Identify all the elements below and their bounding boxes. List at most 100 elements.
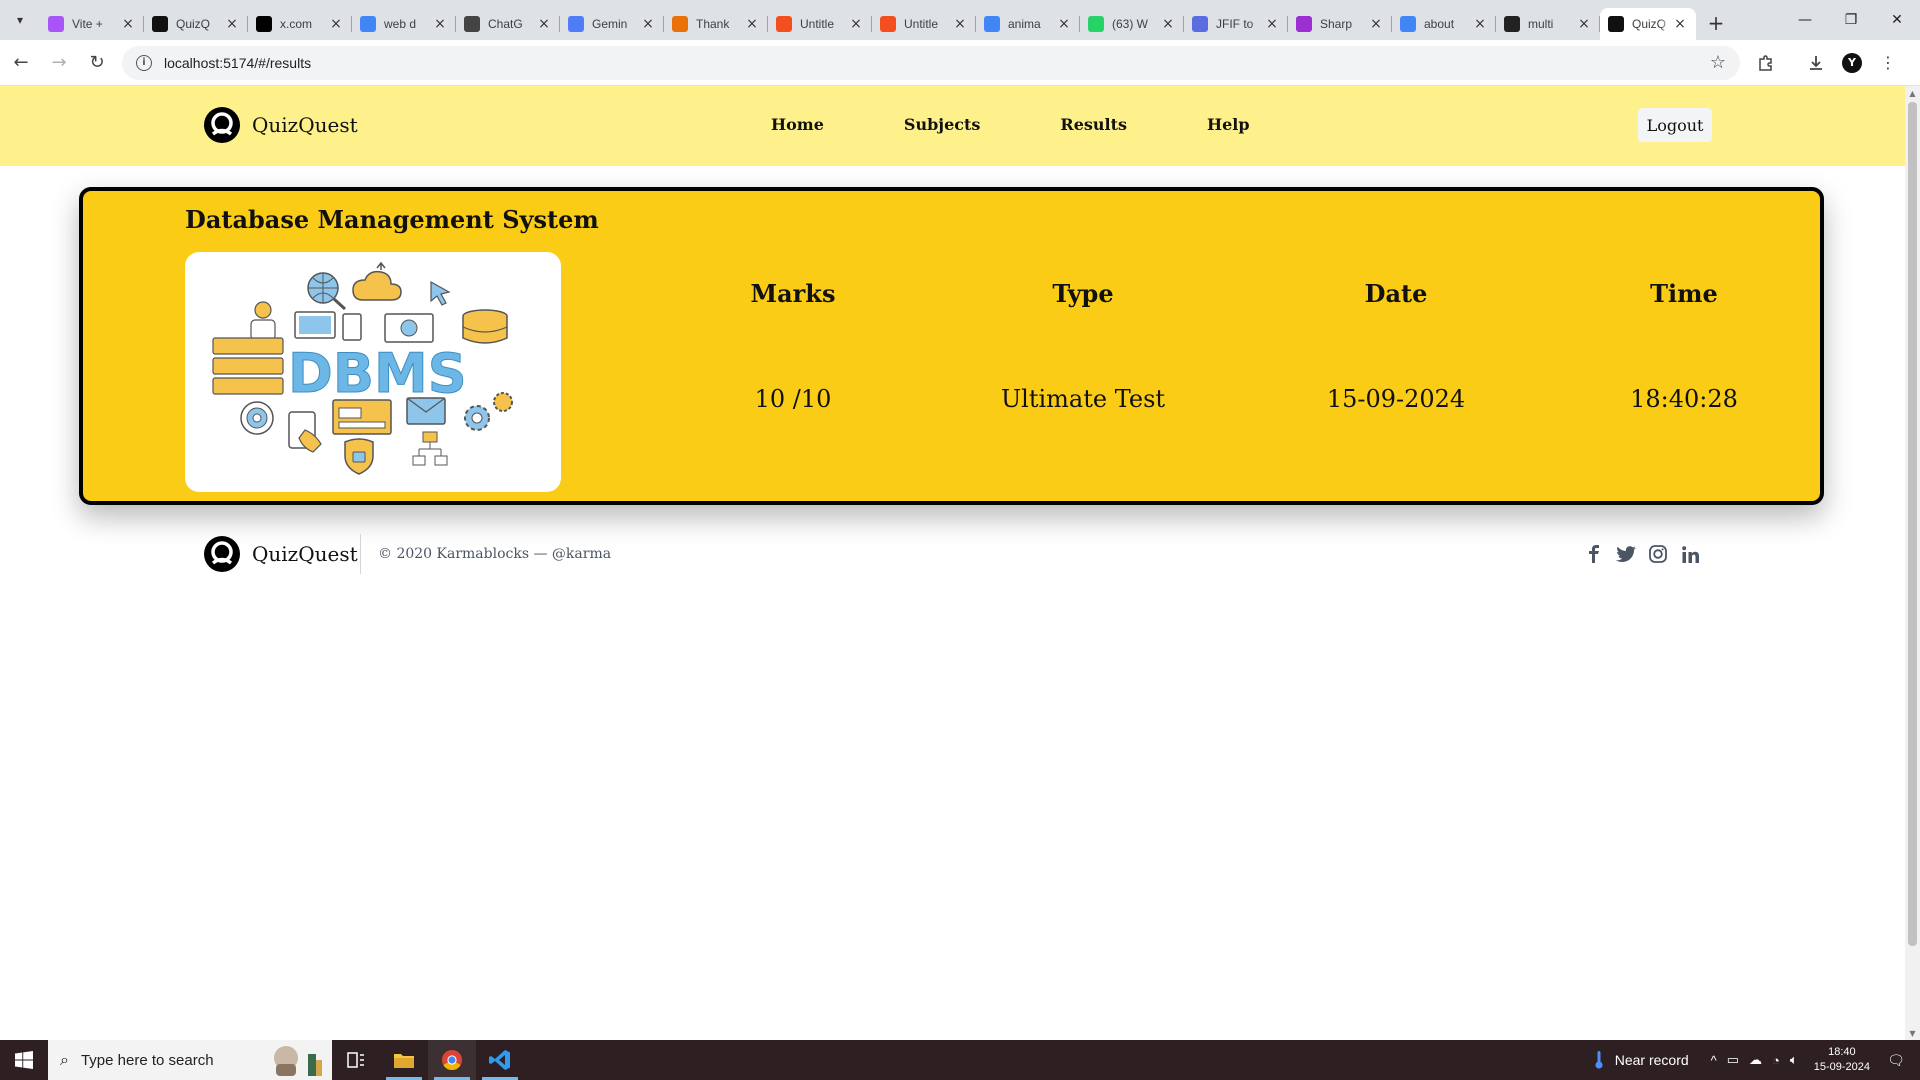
linkedin-icon[interactable] xyxy=(1680,544,1700,564)
logout-button[interactable]: Logout xyxy=(1638,108,1712,142)
browser-tab[interactable]: multi × xyxy=(1496,8,1600,40)
browser-tab[interactable]: Untitle × xyxy=(768,8,872,40)
chrome-taskbar-icon[interactable] xyxy=(428,1040,476,1080)
bookmark-star-icon[interactable]: ☆ xyxy=(1710,52,1726,73)
nav-subjects[interactable]: Subjects xyxy=(904,115,980,134)
reload-icon[interactable]: ↻ xyxy=(80,46,114,80)
close-tab-icon[interactable]: × xyxy=(1672,16,1688,32)
browser-tab[interactable]: (63) W × xyxy=(1080,8,1184,40)
nav-results[interactable]: Results xyxy=(1060,115,1127,134)
close-window-icon[interactable]: ✕ xyxy=(1874,0,1920,40)
thank-icon xyxy=(672,16,688,32)
windows-start-icon[interactable] xyxy=(0,1040,48,1080)
scroll-up-icon[interactable]: ▲ xyxy=(1905,86,1920,100)
chatgpt-icon xyxy=(464,16,480,32)
browser-tab-title: (63) W xyxy=(1112,17,1148,31)
instagram-icon[interactable] xyxy=(1648,544,1668,564)
browser-tab[interactable]: anima × xyxy=(976,8,1080,40)
browser-tab[interactable]: Thank × xyxy=(664,8,768,40)
close-tab-icon[interactable]: × xyxy=(1160,16,1176,32)
taskbar-clock[interactable]: 18:40 15-09-2024 xyxy=(1814,1045,1870,1075)
browser-tab[interactable]: about × xyxy=(1392,8,1496,40)
url-text[interactable]: localhost:5174/#/results xyxy=(164,55,1710,71)
forward-icon[interactable]: → xyxy=(42,46,76,80)
profile-avatar[interactable]: Y xyxy=(1834,46,1870,80)
close-tab-icon[interactable]: × xyxy=(432,16,448,32)
dbms-label: DBMS xyxy=(288,342,467,405)
volume-icon[interactable]: 🔈︎ xyxy=(1790,1052,1798,1068)
figma-icon xyxy=(880,16,896,32)
date-heading: Date xyxy=(1364,279,1428,308)
browser-tab[interactable]: QuizQ × xyxy=(1600,8,1696,40)
onedrive-icon[interactable]: ☁ xyxy=(1749,1052,1762,1068)
extensions-icon[interactable] xyxy=(1748,46,1784,80)
network-icon[interactable]: ◔ xyxy=(1772,1053,1780,1068)
type-value: Ultimate Test xyxy=(1000,385,1166,413)
close-tab-icon[interactable]: × xyxy=(224,16,240,32)
browser-tab-title: anima xyxy=(1008,17,1041,31)
vscode-taskbar-icon[interactable] xyxy=(476,1040,524,1080)
browser-tab[interactable]: JFIF to × xyxy=(1184,8,1288,40)
browser-tab[interactable]: QuizQ × xyxy=(144,8,248,40)
close-tab-icon[interactable]: × xyxy=(1576,16,1592,32)
quizquest-icon xyxy=(1608,16,1624,32)
weather-widget[interactable]: Near record xyxy=(1595,1051,1689,1069)
scroll-down-icon[interactable]: ▼ xyxy=(1905,1026,1920,1040)
multi-icon xyxy=(1504,16,1520,32)
device-icon[interactable]: ▭ xyxy=(1727,1052,1739,1068)
close-tab-icon[interactable]: × xyxy=(536,16,552,32)
close-tab-icon[interactable]: × xyxy=(1056,16,1072,32)
page-scrollbar[interactable]: ▲ ▼ xyxy=(1905,86,1920,1040)
browser-tab[interactable]: x.com × xyxy=(248,8,352,40)
footer-brand-name: QuizQuest xyxy=(252,542,358,566)
nav-home[interactable]: Home xyxy=(771,115,824,134)
browser-tab[interactable]: Gemin × xyxy=(560,8,664,40)
footer-brand[interactable]: QuizQuest xyxy=(204,536,358,572)
windows-taskbar: ⌕ Type here to search Near record ^ ▭ ☁ … xyxy=(0,1040,1920,1080)
browser-tab[interactable]: Sharp × xyxy=(1288,8,1392,40)
minimize-icon[interactable]: — xyxy=(1782,0,1828,40)
download-icon[interactable] xyxy=(1798,46,1834,80)
task-view-icon[interactable] xyxy=(332,1040,380,1080)
browser-tab-title: QuizQ xyxy=(176,17,211,31)
close-tab-icon[interactable]: × xyxy=(744,16,760,32)
close-tab-icon[interactable]: × xyxy=(640,16,656,32)
browser-tab[interactable]: Vite + × xyxy=(40,8,144,40)
back-icon[interactable]: ← xyxy=(4,46,38,80)
notifications-icon[interactable]: 🗨︎ xyxy=(1882,1052,1910,1069)
twitter-icon[interactable] xyxy=(1616,544,1636,564)
close-tab-icon[interactable]: × xyxy=(1264,16,1280,32)
close-tab-icon[interactable]: × xyxy=(1472,16,1488,32)
browser-tab-title: Sharp xyxy=(1320,17,1353,31)
tab-search-icon[interactable]: ▾ xyxy=(0,0,40,40)
close-tab-icon[interactable]: × xyxy=(120,16,136,32)
browser-tab[interactable]: Untitle × xyxy=(872,8,976,40)
close-tab-icon[interactable]: × xyxy=(848,16,864,32)
type-column: Type Ultimate Test xyxy=(973,279,1193,419)
close-tab-icon[interactable]: × xyxy=(952,16,968,32)
restore-icon[interactable]: ❐ xyxy=(1828,0,1874,40)
search-highlight-icon xyxy=(274,1046,322,1076)
facebook-icon[interactable] xyxy=(1584,544,1604,564)
time-value: 18:40:28 xyxy=(1630,385,1738,413)
quizquest-icon xyxy=(152,16,168,32)
browser-tab[interactable]: ChatG × xyxy=(456,8,560,40)
taskbar-search-box[interactable]: ⌕ Type here to search xyxy=(48,1040,332,1080)
main-nav: Home Subjects Results Help xyxy=(771,115,1250,134)
browser-tab[interactable]: web d × xyxy=(352,8,456,40)
browser-tab-title: ChatG xyxy=(488,17,523,31)
close-tab-icon[interactable]: × xyxy=(328,16,344,32)
browser-menu-icon[interactable]: ⋮ xyxy=(1870,46,1906,80)
new-tab-button[interactable]: + xyxy=(1702,9,1730,37)
nav-help[interactable]: Help xyxy=(1207,115,1250,134)
brand[interactable]: QuizQuest xyxy=(204,107,358,143)
window-controls: — ❐ ✕ xyxy=(1782,0,1920,40)
scrollbar-thumb[interactable] xyxy=(1908,102,1917,946)
file-explorer-icon[interactable] xyxy=(380,1040,428,1080)
whatsapp-icon xyxy=(1088,16,1104,32)
site-info-icon[interactable]: i xyxy=(136,54,152,71)
show-hidden-icons-icon[interactable]: ^ xyxy=(1711,1053,1717,1068)
close-tab-icon[interactable]: × xyxy=(1368,16,1384,32)
url-bar[interactable]: i localhost:5174/#/results ☆ xyxy=(122,45,1740,80)
taskbar-search-placeholder: Type here to search xyxy=(80,1051,214,1069)
